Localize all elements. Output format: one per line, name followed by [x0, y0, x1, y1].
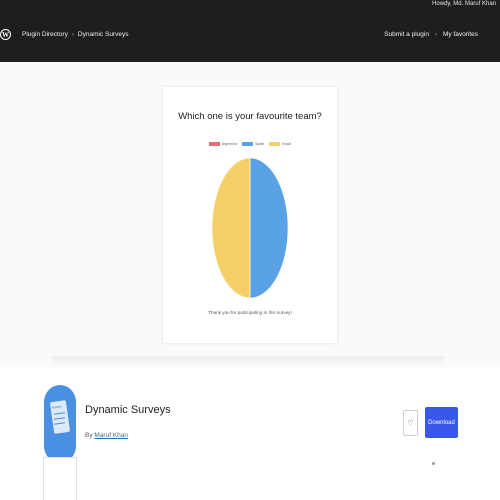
thanks-message: Thank you for participating in this surv…: [208, 310, 292, 315]
header-nav: Submit a plugin › My favorites: [384, 31, 478, 38]
breadcrumb-plugin-directory[interactable]: Plugin Directory: [22, 31, 68, 38]
chevron-right-icon: ›: [71, 31, 74, 38]
heart-icon: ♡: [407, 420, 414, 427]
plugin-author: By Maruf Khan: [85, 432, 128, 439]
menu-dot-icon[interactable]: [432, 462, 435, 465]
legend-label: Spain: [255, 142, 265, 146]
survey-title: Which one is your favourite team?: [178, 111, 322, 122]
plugin-title: Dynamic Surveys: [85, 404, 171, 416]
wordpress-logo-icon[interactable]: W: [0, 29, 11, 40]
pie-slice-spain[interactable]: [249, 157, 289, 299]
legend-swatch: [242, 142, 254, 146]
legend-label: Argentina: [221, 142, 238, 146]
howdy-greeting[interactable]: Howdy, Md. Maruf Khan: [432, 0, 496, 8]
by-prefix: By: [85, 432, 93, 439]
legend-swatch: [269, 142, 281, 146]
banner-shadow: [52, 356, 444, 366]
chart-legend: Argentina Spain Brazil: [163, 142, 337, 146]
legend-swatch: [208, 142, 220, 146]
legend-item-argentina[interactable]: Argentina: [208, 142, 238, 146]
legend-label: Brazil: [282, 142, 292, 146]
section-tab[interactable]: [43, 457, 77, 500]
breadcrumb-dynamic-surveys[interactable]: Dynamic Surveys: [78, 31, 129, 38]
chevron-right-icon: ›: [434, 31, 437, 38]
legend-item-spain[interactable]: Spain: [242, 142, 264, 146]
my-favorites-link[interactable]: My favorites: [443, 31, 478, 38]
survey-card: Which one is your favourite team? Argent…: [163, 87, 337, 343]
legend-item-brazil[interactable]: Brazil: [269, 142, 291, 146]
download-button[interactable]: Download: [425, 407, 458, 438]
breadcrumb: Plugin Directory › Dynamic Surveys: [22, 31, 128, 38]
author-link[interactable]: Maruf Khan: [94, 432, 128, 439]
survey-pie-chart: [211, 157, 289, 299]
submit-plugin-link[interactable]: Submit a plugin: [384, 31, 429, 38]
site-header: Howdy, Md. Maruf Khan W Plugin Directory…: [0, 0, 500, 62]
pie-slice-brazil[interactable]: [211, 157, 251, 299]
favorite-button[interactable]: ♡: [403, 410, 418, 436]
plugin-icon: Survey: [44, 385, 76, 463]
